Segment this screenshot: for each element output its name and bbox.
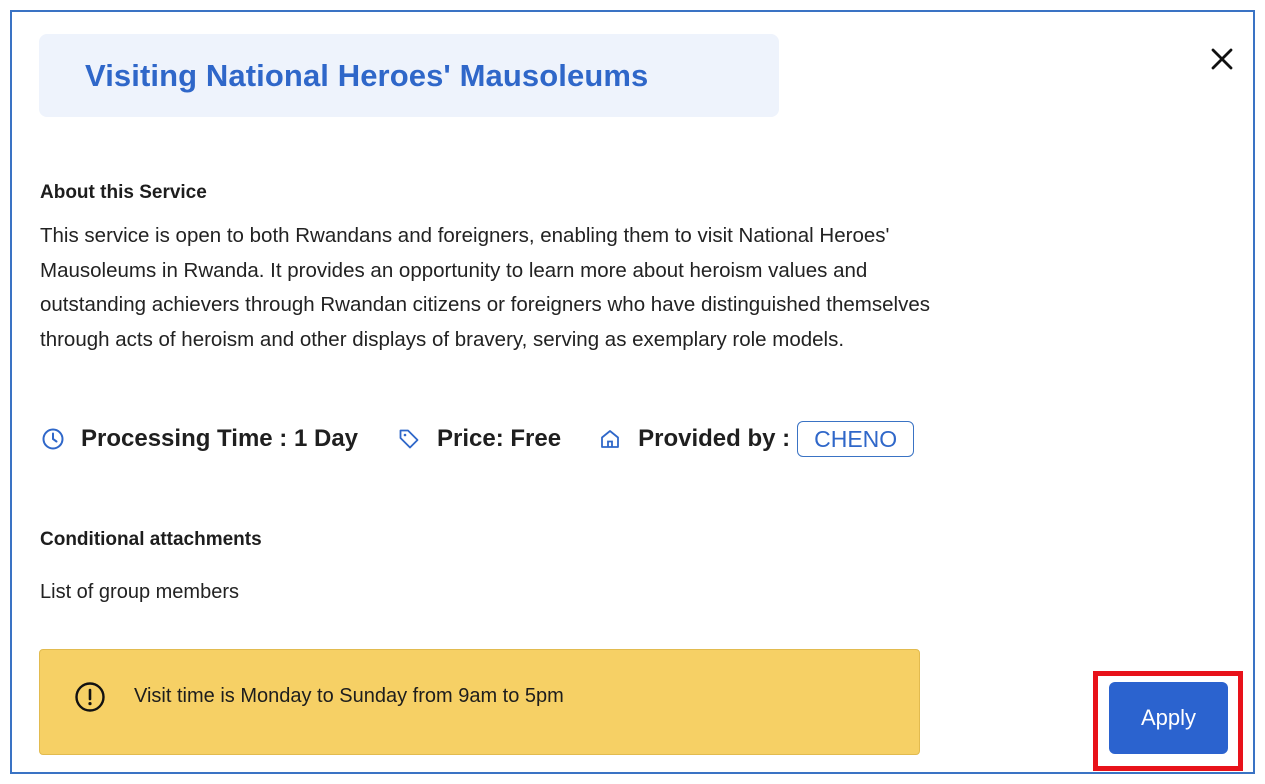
notice-text: Visit time is Monday to Sunday from 9am …	[134, 685, 564, 707]
about-description: This service is open to both Rwandans an…	[40, 219, 1190, 357]
title-box: Visiting National Heroes' Mausoleums	[39, 34, 779, 117]
about-heading: About this Service	[40, 182, 207, 203]
service-meta-row: Processing Time : 1 Day Price: Free Prov…	[40, 419, 915, 459]
apply-button[interactable]: Apply	[1109, 682, 1228, 754]
about-line: This service is open to both Rwandans an…	[40, 224, 890, 247]
service-detail-modal: Visiting National Heroes' Mausoleums Abo…	[10, 10, 1255, 774]
about-line: through acts of heroism and other displa…	[40, 327, 845, 351]
tag-icon	[396, 426, 422, 452]
visit-time-notice: Visit time is Monday to Sunday from 9am …	[39, 649, 920, 755]
home-icon	[597, 426, 623, 452]
about-line: Mausoleums in Rwanda. It provides an opp…	[40, 258, 868, 282]
alert-circle-icon	[74, 681, 106, 713]
about-line: outstanding achievers through Rwandan ci…	[40, 293, 930, 316]
attachment-item: List of group members	[40, 581, 239, 603]
modal-title: Visiting National Heroes' Mausoleums	[85, 57, 649, 93]
attachments-heading: Conditional attachments	[40, 529, 262, 550]
provider-badge[interactable]: CHENO	[797, 421, 915, 457]
clock-icon	[40, 426, 66, 452]
price: Price: Free	[437, 425, 562, 452]
close-button[interactable]	[1205, 42, 1239, 76]
close-icon	[1211, 48, 1233, 70]
provided-by-label: Provided by :	[638, 425, 791, 452]
processing-time: Processing Time : 1 Day	[81, 425, 359, 452]
